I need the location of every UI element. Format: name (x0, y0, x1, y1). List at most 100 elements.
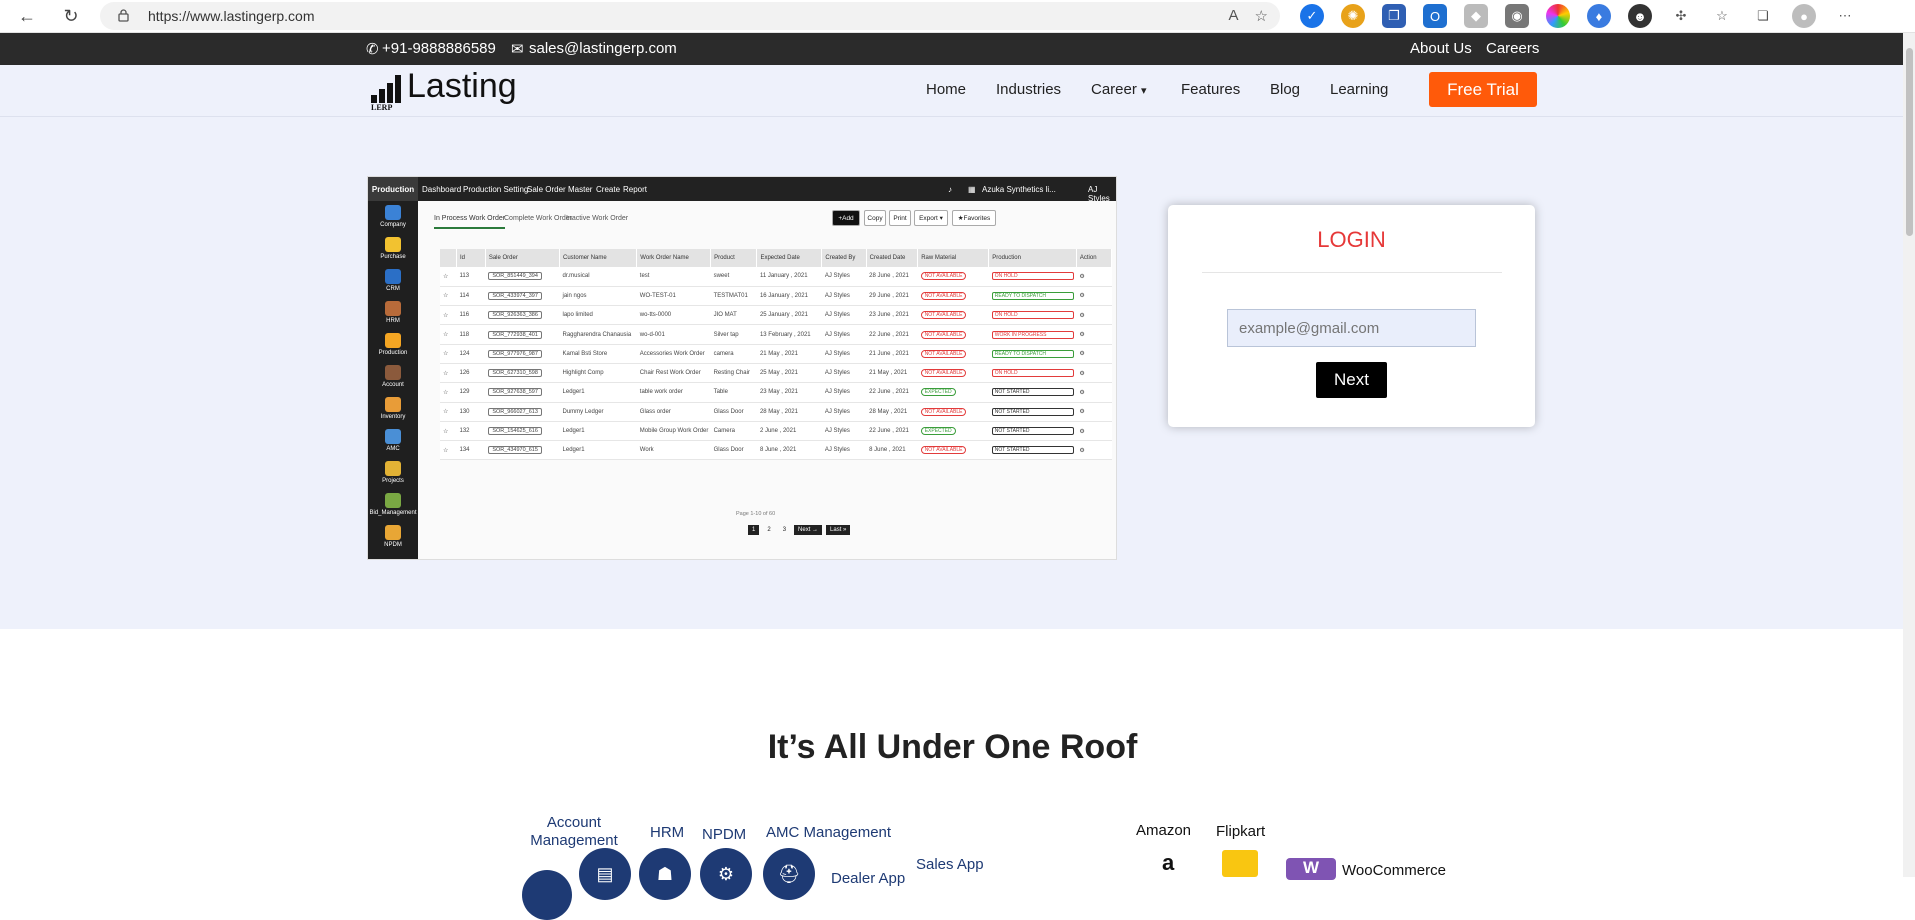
table-header: Created Date (866, 249, 919, 267)
table-cell: 113 (456, 267, 486, 287)
url-text: https://www.lastingerp.com (148, 8, 315, 24)
table-cell: 132 (456, 421, 486, 442)
module-woocommerce[interactable]: WooCommerce (1342, 862, 1446, 880)
dash-favorites-button: ★Favorites (952, 210, 996, 226)
table-cell: ON HOLD (988, 267, 1077, 287)
table-cell: 21 June , 2021 (866, 344, 918, 364)
table-cell: AJ Styles (821, 344, 867, 364)
refresh-icon[interactable]: ↻ (60, 5, 82, 27)
dash-print-button: Print (889, 210, 911, 226)
ext-sun-icon[interactable]: ✺ (1341, 4, 1365, 28)
module-sales-app[interactable]: Sales App (916, 856, 984, 874)
check-icon[interactable]: ✓ (1300, 4, 1324, 28)
avatar-ext-icon[interactable]: ☻ (1628, 4, 1652, 28)
table-cell: 28 May , 2021 (866, 402, 918, 422)
account-management-icon: ▤ (579, 848, 631, 900)
phone-link[interactable]: +91-9888886589 (382, 40, 496, 57)
table-cell: AJ Styles (821, 305, 867, 326)
collections-icon[interactable]: ❏ (1751, 4, 1775, 28)
table-cell: Resting Chair (710, 363, 757, 384)
table-cell: SOR_627310_598 (485, 363, 560, 384)
logo[interactable]: Lasting LERP (371, 69, 517, 112)
gear-icon: ⚙ (1076, 440, 1112, 461)
module-dealer-app[interactable]: Dealer App (831, 870, 905, 888)
table-cell: Raggharendra Chanausia (559, 324, 637, 345)
table-cell: Dummy Ledger (559, 402, 637, 422)
table-cell: NOT AVAILABLE (917, 344, 989, 364)
module-npdm[interactable]: NPDM (702, 826, 746, 844)
shield-icon[interactable]: ◆ (1464, 4, 1488, 28)
table-cell: Mobile Group Work Order (636, 421, 711, 442)
puzzle-icon[interactable]: ✣ (1669, 4, 1693, 28)
module-account-management[interactable]: Account Management (524, 814, 624, 850)
purchase-icon (385, 237, 401, 252)
table-cell: 116 (456, 305, 486, 326)
chat-icon[interactable]: ❐ (1382, 4, 1406, 28)
module-flipkart[interactable]: Flipkart (1216, 823, 1265, 841)
add-favorite-icon[interactable]: ☆ (1255, 7, 1268, 25)
table-cell: test (636, 267, 711, 287)
inventory-icon (385, 397, 401, 412)
email-field[interactable] (1227, 309, 1476, 347)
nav-home[interactable]: Home (926, 81, 966, 98)
production-icon (385, 333, 401, 348)
table-cell: 11 January , 2021 (756, 267, 822, 287)
outlook-icon[interactable]: O (1423, 4, 1447, 28)
table-cell: 8 June , 2021 (866, 440, 918, 461)
star-icon: ☆ (440, 267, 457, 287)
address-bar[interactable]: https://www.lastingerp.com A ☆ (100, 2, 1280, 30)
table-cell: jain ngos (559, 286, 637, 307)
scrollbar-thumb[interactable] (1906, 48, 1913, 236)
hrm-icon (385, 301, 401, 316)
table-row: ☆ 130 SOR_966027_613 Dummy Ledger Glass orde… (440, 402, 1112, 422)
star-icon: ☆ (440, 324, 457, 345)
careers-link[interactable]: Careers (1486, 40, 1539, 57)
nav-blog[interactable]: Blog (1270, 81, 1300, 98)
dash-topbar: Production Dashboard Production Setting … (368, 177, 1116, 203)
bid-icon (385, 493, 401, 508)
table-cell: wo-d-001 (636, 324, 711, 345)
profile-icon[interactable]: ● (1792, 4, 1816, 28)
dash-menu-item: Sale Order (527, 185, 566, 194)
logo-subtext: LERP (371, 103, 393, 112)
bell-icon: ♪ (948, 185, 952, 194)
nav-features[interactable]: Features (1181, 81, 1240, 98)
dash-side-item: HRM (368, 301, 418, 324)
back-arrow-icon[interactable]: ← (16, 5, 38, 27)
more-icon[interactable]: ⋯ (1833, 4, 1857, 28)
table-cell: NOT AVAILABLE (917, 267, 989, 287)
logo-bars-icon (371, 71, 401, 103)
camera-icon[interactable]: ◉ (1505, 4, 1529, 28)
about-us-link[interactable]: About Us (1410, 40, 1472, 57)
table-cell: SOR_926363_386 (485, 305, 560, 326)
free-trial-button[interactable]: Free Trial (1429, 72, 1537, 107)
favorites-icon[interactable]: ☆ (1710, 4, 1734, 28)
table-cell: WORK IN PROGRESS (988, 324, 1077, 345)
table-cell: AJ Styles (821, 324, 867, 345)
dash-sidebar: Company Purchase CRM HRM Production Acco… (368, 201, 418, 559)
module-hrm[interactable]: HRM (650, 824, 684, 842)
dash-copy-button: Copy (864, 210, 886, 226)
module-amazon[interactable]: Amazon (1136, 822, 1191, 840)
table-header: Created By (821, 249, 867, 267)
read-aloud-icon[interactable]: A (1229, 7, 1239, 25)
color-wheel-icon[interactable] (1546, 4, 1570, 28)
nav-industries[interactable]: Industries (996, 81, 1061, 98)
nav-learning[interactable]: Learning (1330, 81, 1388, 98)
nav-career[interactable]: Career (1091, 81, 1137, 98)
dash-side-item: Account (368, 365, 418, 388)
page-info: Page 1-10 of 60 (736, 511, 776, 517)
table-cell: NOT STARTED (988, 382, 1077, 403)
droplet-icon[interactable]: ♦ (1587, 4, 1611, 28)
module-amc-management[interactable]: AMC Management (766, 824, 891, 842)
email-link[interactable]: sales@lastingerp.com (529, 40, 677, 57)
table-cell: TESTMAT01 (710, 286, 757, 307)
pager-item: Next → (794, 525, 823, 535)
phone-icon: ✆ (366, 41, 379, 58)
next-button[interactable]: Next (1316, 362, 1387, 398)
table-header: Customer Name (559, 249, 638, 267)
dash-brand: Production (368, 177, 418, 201)
table-row: ☆ 118 SOR_772938_401 Raggharendra Chanausia… (440, 324, 1112, 345)
table-cell: 130 (456, 402, 486, 422)
dash-company: Azuka Synthetics li... (982, 185, 1056, 194)
